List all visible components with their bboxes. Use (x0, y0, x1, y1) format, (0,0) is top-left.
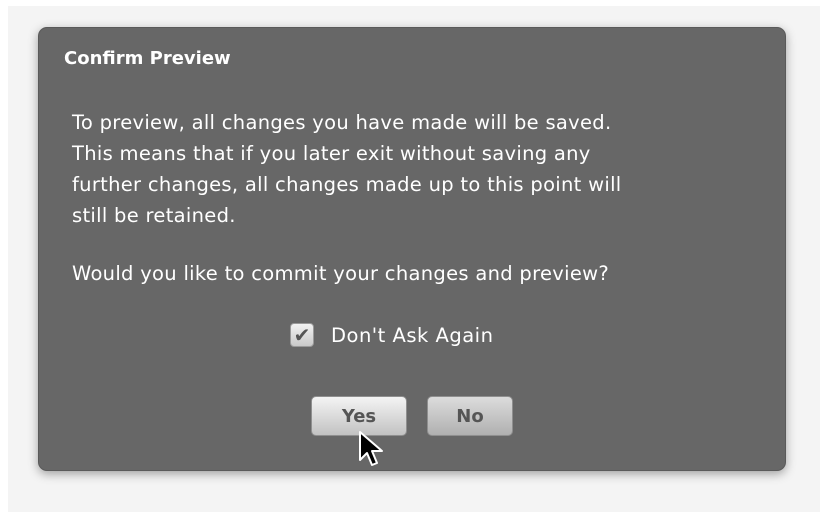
no-button[interactable]: No (427, 396, 513, 436)
dont-ask-again-row[interactable]: ✔ Don't Ask Again (290, 323, 493, 347)
dialog-question: Would you like to commit your changes an… (72, 262, 610, 285)
dialog-title: Confirm Preview (64, 48, 231, 69)
dont-ask-again-label[interactable]: Don't Ask Again (331, 324, 493, 347)
dont-ask-again-checkbox[interactable]: ✔ (290, 323, 314, 347)
dialog-message: To preview, all changes you have made wi… (72, 107, 762, 231)
mouse-pointer-icon (359, 431, 383, 466)
message-line: further changes, all changes made up to … (72, 173, 622, 196)
message-line: still be retained. (72, 204, 236, 227)
message-line: To preview, all changes you have made wi… (72, 111, 612, 134)
message-line: This means that if you later exit withou… (72, 142, 591, 165)
checkmark-icon: ✔ (293, 323, 311, 347)
confirm-preview-dialog: Confirm Preview To preview, all changes … (38, 27, 786, 471)
